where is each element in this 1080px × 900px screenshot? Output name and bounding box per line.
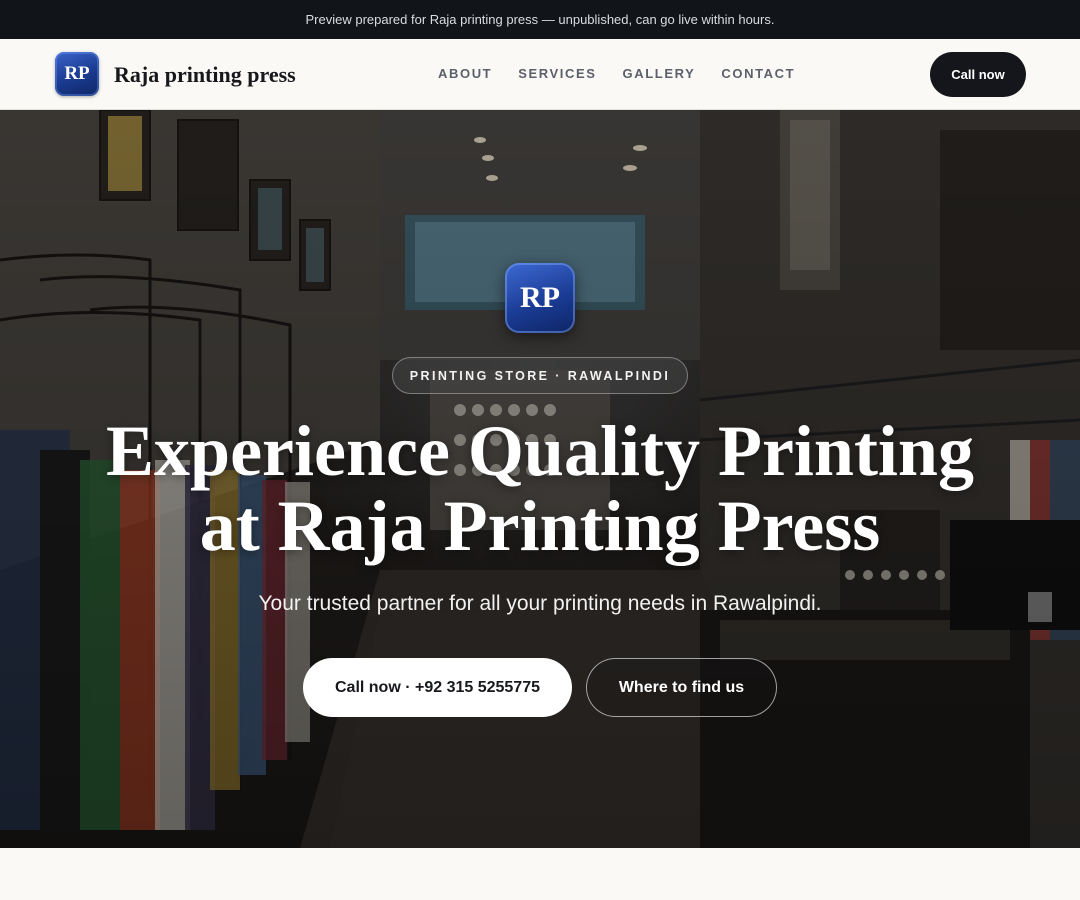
hero-title: Experience Quality Printing at Raja Prin… — [90, 414, 990, 564]
hero-title-line-1: Experience Quality Printing — [106, 411, 974, 491]
logo-badge[interactable]: RP — [55, 52, 99, 96]
hero-location-button[interactable]: Where to find us — [586, 658, 777, 717]
nav-contact[interactable]: CONTACT — [721, 66, 795, 81]
site-header: RP Raja printing press ABOUT SERVICES GA… — [0, 39, 1080, 110]
hero-logo-badge: RP — [505, 263, 575, 333]
preview-banner: Preview prepared for Raja printing press… — [0, 0, 1080, 39]
hero-tagline-pill: PRINTING STORE · RAWALPINDI — [392, 357, 688, 394]
hero-logo-initials: RP — [520, 281, 560, 314]
hero-section: RP PRINTING STORE · RAWALPINDI Experienc… — [0, 110, 1080, 848]
nav-services[interactable]: SERVICES — [518, 66, 596, 81]
main-nav: ABOUT SERVICES GALLERY CONTACT — [438, 66, 795, 81]
nav-about[interactable]: ABOUT — [438, 66, 492, 81]
logo-initials: RP — [64, 63, 90, 84]
brand-name[interactable]: Raja printing press — [114, 62, 296, 88]
header-call-button[interactable]: Call now — [930, 52, 1026, 97]
preview-banner-text: Preview prepared for Raja printing press… — [305, 12, 775, 27]
hero-call-button[interactable]: Call now · +92 315 5255775 — [303, 658, 572, 717]
hero-subtitle: Your trusted partner for all your printi… — [258, 592, 822, 615]
hero-tagline: PRINTING STORE · RAWALPINDI — [409, 368, 671, 383]
hero-title-line-2: at Raja Printing Press — [199, 486, 881, 566]
nav-gallery[interactable]: GALLERY — [623, 66, 696, 81]
